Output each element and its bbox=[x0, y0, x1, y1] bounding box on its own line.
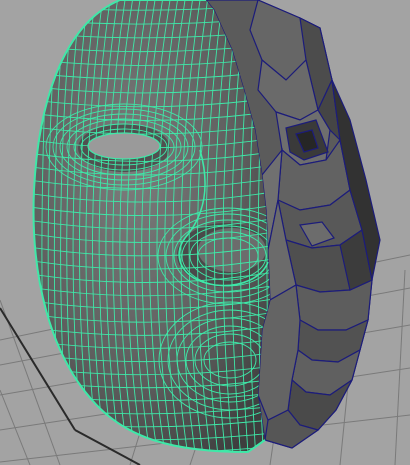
eye-hole bbox=[87, 132, 161, 160]
3d-viewport[interactable] bbox=[0, 0, 410, 465]
viewport-canvas[interactable] bbox=[0, 0, 410, 465]
wire-parallel bbox=[30, 460, 275, 465]
